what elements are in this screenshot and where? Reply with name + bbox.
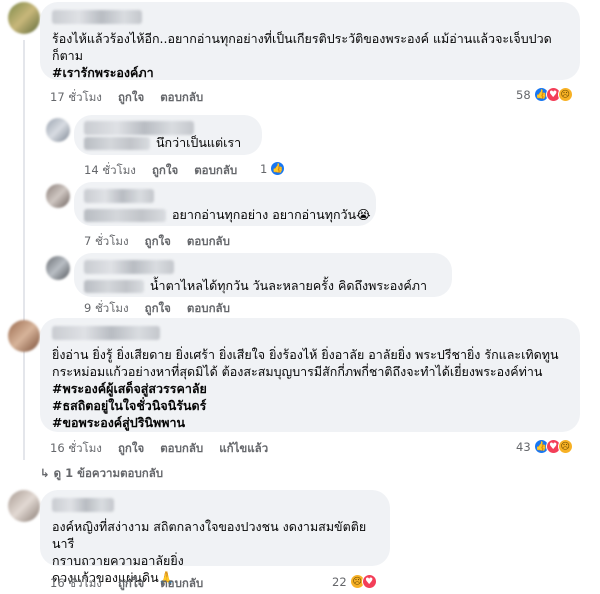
comment-text: อยากอ่านทุกอย่าง อยากอ่านทุกวัน😭 <box>172 207 371 222</box>
hashtag-link[interactable]: #ขอพระองค์สู่ปรินิพพาน <box>52 414 568 431</box>
comment-time[interactable]: 9 ชั่วโมง <box>84 301 129 315</box>
hashtag-link[interactable]: #เรารักพระองค์ภา <box>52 64 568 81</box>
comment-time[interactable]: 17 ชั่วโมง <box>50 90 102 104</box>
comment-text: น้ำตาไหลได้ทุกวัน วันละหลายครั้ง คิดถึงพ… <box>150 278 428 293</box>
like-button[interactable]: ถูกใจ <box>152 163 178 177</box>
avatar[interactable] <box>46 184 70 208</box>
commenter-name[interactable] <box>84 189 154 203</box>
commenter-name[interactable] <box>52 498 114 512</box>
comment-meta: 16 ชั่วโมง ถูกใจ ตอบกลับ แก้ไขแล้ว <box>50 440 284 458</box>
comment-time[interactable]: 16 ชั่วโมง <box>50 576 102 590</box>
comment-meta: 9 ชั่วโมง ถูกใจ ตอบกลับ <box>84 300 246 318</box>
like-icon: 👍 <box>270 161 286 176</box>
reaction-count: 22 <box>332 574 347 589</box>
comment-line: องค์หญิงที่สง่างาม สถิตกลางใจของปวงชน งด… <box>52 519 367 551</box>
comment-bubble: องค์หญิงที่สง่างาม สถิตกลางใจของปวงชน งด… <box>40 490 390 585</box>
avatar[interactable] <box>46 118 70 142</box>
comment-meta: 16 ชั่วโมง ถูกใจ ตอบกลับ <box>50 575 219 593</box>
thread-connector <box>23 40 25 460</box>
comment-time[interactable]: 16 ชั่วโมง <box>50 441 102 455</box>
reaction-count: 43 <box>516 439 531 454</box>
mention-tag[interactable] <box>84 137 150 150</box>
reaction-count: 58 <box>516 87 531 102</box>
comment-bubble: นึกว่าเป็นแต่เรา <box>74 115 262 155</box>
reply-button[interactable]: ตอบกลับ <box>160 576 203 590</box>
commenter-name[interactable] <box>52 10 142 24</box>
view-replies-label: ดู 1 ข้อความตอบกลับ <box>53 466 164 480</box>
avatar[interactable] <box>8 320 40 352</box>
reply-button[interactable]: ตอบกลับ <box>187 301 230 315</box>
view-replies-link[interactable]: ↳ ดู 1 ข้อความตอบกลับ <box>40 465 163 483</box>
hashtag-link[interactable]: #พระองค์ผู้เสด็จสู่สวรรคาลัย <box>52 380 568 397</box>
comment-line: กราบถวายความอาลัยยิ่ง <box>52 553 184 568</box>
reply-arrow-icon: ↳ <box>40 466 50 480</box>
reaction-summary[interactable]: 58 👍 ♥ ☹ <box>516 87 573 102</box>
commenter-name[interactable] <box>52 326 160 340</box>
like-button[interactable]: ถูกใจ <box>118 90 144 104</box>
like-button[interactable]: ถูกใจ <box>145 301 171 315</box>
comment-time[interactable]: 14 ชั่วโมง <box>84 163 136 177</box>
reaction-summary[interactable]: 22 ☹ ♥ <box>332 574 377 589</box>
edited-label[interactable]: แก้ไขแล้ว <box>219 441 268 455</box>
reaction-summary[interactable]: 1 👍 <box>260 161 286 176</box>
like-button[interactable]: ถูกใจ <box>145 234 171 248</box>
reply-button[interactable]: ตอบกลับ <box>160 441 203 455</box>
comment-meta: 17 ชั่วโมง ถูกใจ ตอบกลับ <box>50 89 219 107</box>
comment-bubble: อยากอ่านทุกอย่าง อยากอ่านทุกวัน😭 <box>74 182 376 226</box>
comment-meta: 7 ชั่วโมง ถูกใจ ตอบกลับ <box>84 233 246 251</box>
hashtag-link[interactable]: #ธสถิตอยู่ในใจชั่วนิจนิรันดร์ <box>52 397 568 414</box>
avatar[interactable] <box>8 490 40 522</box>
reply-button[interactable]: ตอบกลับ <box>194 163 237 177</box>
commenter-name[interactable] <box>84 260 174 274</box>
comment-text: ยิ่งอ่าน ยิ่งรู้ ยิ่งเสียดาย ยิ่งเศร้า ย… <box>52 347 559 379</box>
commenter-name[interactable] <box>84 121 194 135</box>
like-button[interactable]: ถูกใจ <box>118 441 144 455</box>
sad-icon: ☹ <box>557 87 573 102</box>
comment-bubble: น้ำตาไหลได้ทุกวัน วันละหลายครั้ง คิดถึงพ… <box>74 253 452 297</box>
sad-icon: ☹ <box>557 439 573 454</box>
comment-bubble: ยิ่งอ่าน ยิ่งรู้ ยิ่งเสียดาย ยิ่งเศร้า ย… <box>40 318 580 432</box>
reaction-summary[interactable]: 43 👍 ♥ ☹ <box>516 439 573 454</box>
comment-meta: 14 ชั่วโมง ถูกใจ ตอบกลับ <box>84 162 253 180</box>
reply-button[interactable]: ตอบกลับ <box>160 90 203 104</box>
love-icon: ♥ <box>361 574 377 589</box>
avatar[interactable] <box>46 256 70 280</box>
like-button[interactable]: ถูกใจ <box>118 576 144 590</box>
comment-text: นึกว่าเป็นแต่เรา <box>156 135 242 150</box>
mention-tag[interactable] <box>84 209 166 222</box>
avatar[interactable] <box>8 2 40 34</box>
mention-tag[interactable] <box>84 280 144 293</box>
reaction-count: 1 <box>260 161 268 176</box>
comment-bubble: ร้องไห้แล้วร้องไห้อีก..อยากอ่านทุกอย่างท… <box>40 2 580 80</box>
reply-button[interactable]: ตอบกลับ <box>187 234 230 248</box>
comment-time[interactable]: 7 ชั่วโมง <box>84 234 129 248</box>
comment-text: ร้องไห้แล้วร้องไห้อีก..อยากอ่านทุกอย่างท… <box>52 31 552 63</box>
